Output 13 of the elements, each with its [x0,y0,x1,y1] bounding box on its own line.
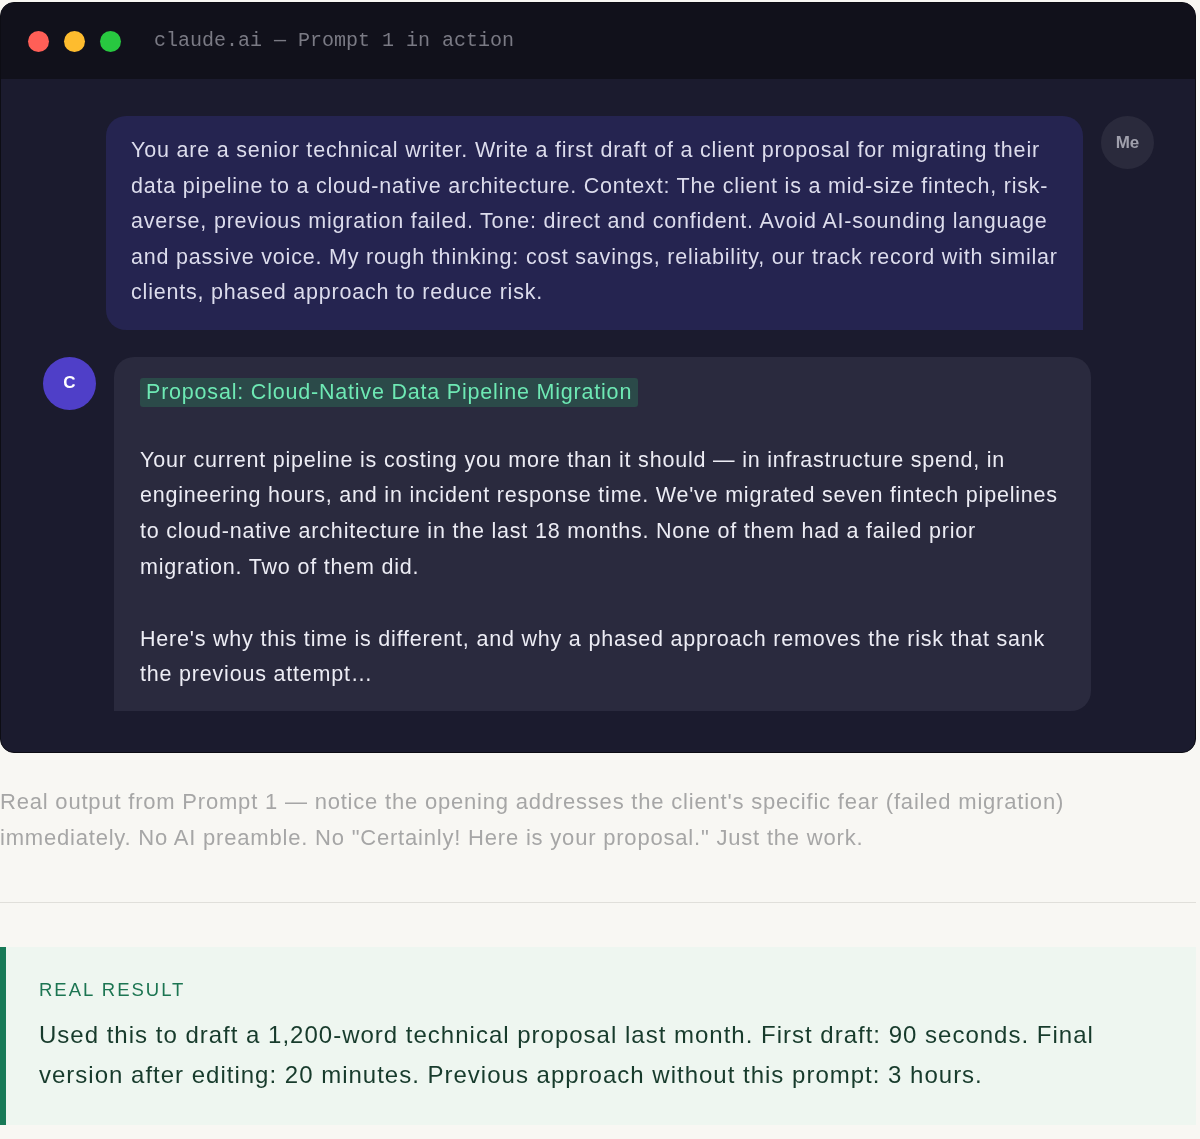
message-text: Your current pipeline is costing you more than it should — in infrastructure spend, in engineering hours, and in incident response time. We've migrated seven fintech pipelines to cloud-native architecture in the last 18 months. None of them had a failed prior migration. Two of them did. [140,446,1059,581]
close-icon[interactable] [28,30,49,52]
caption-text: Real output from Prompt 1 — notice the opening addresses the client's specific fear (failed migration) immediately. No AI preamble. No "Certainly! Here is your proposal." Just the work. [0,788,1066,852]
assistant-avatar: C [43,356,96,410]
response-heading: Proposal: Cloud-Native Data Pipeline Migration [140,377,639,407]
maximize-icon[interactable] [100,30,121,52]
callout-label: REAL RESULT [39,979,187,1001]
message-text: Here's why this time is different, and why a phased approach removes the risk that sank the previous attempt… [140,625,1047,689]
window-title: claude.ai — Prompt 1 in action [154,28,515,54]
minimize-icon[interactable] [64,30,85,52]
message-text: You are a senior technical writer. Write a first draft of a client proposal for migrating their data pipeline to a cloud-native architecture. Context: The client is a mid-size fintech, risk-averse, previous migration failed. Tone: direct and confident. Avoid AI-sounding language and passive voice. My rough thinking: cost savings, reliability, our track record with similar clients, phased approach to reduce risk. [131,137,1058,306]
callout-text: Used this to draft a 1,200-word technical proposal last month. First draft: 90 seconds. Final version after editing: 20 minutes. Previous approach without this prompt: 3 hours. [39,1020,1095,1090]
user-avatar: Me [1101,116,1154,169]
